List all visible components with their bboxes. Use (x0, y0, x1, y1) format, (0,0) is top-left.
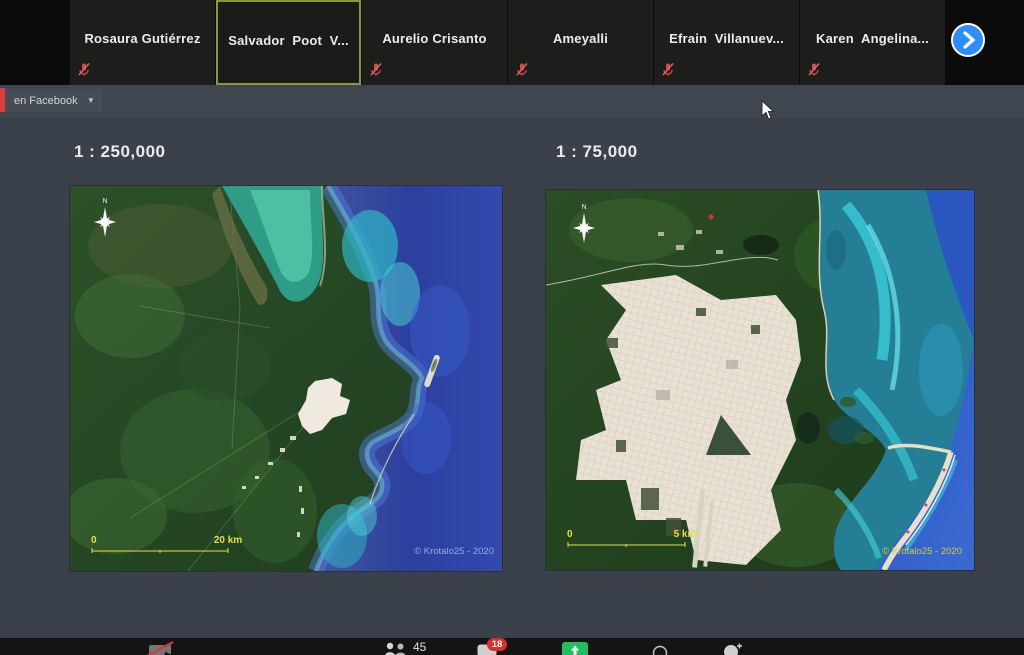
map-scale-label: 1 : 250,000 (74, 142, 166, 162)
svg-text:N: N (102, 198, 107, 205)
mic-muted-icon (516, 63, 528, 76)
participants-count: 45 (413, 640, 426, 654)
map-scale-label: 1 : 75,000 (556, 142, 638, 162)
chevron-right-icon (953, 25, 983, 55)
satellite-map-city: N 0 5 km © Krotalo25 - 2020 (546, 190, 974, 570)
participant-tile-active-speaker[interactable]: Salvador Poot V... (216, 0, 361, 85)
facebook-menu-label: en Facebook (14, 95, 78, 107)
mic-muted-icon (662, 63, 674, 76)
chat-unread-badge: 18 (487, 638, 507, 651)
svg-text:20 km: 20 km (214, 535, 242, 546)
participant-tile[interactable]: Ameyalli (508, 0, 653, 85)
reactions-icon[interactable] (722, 643, 744, 655)
map-credit: © Krotalo25 - 2020 (882, 546, 962, 557)
satellite-map-city-image: N 0 5 km © Krotalo25 - 2020 (546, 190, 974, 570)
participant-tile[interactable]: Aurelio Crisanto (362, 0, 507, 85)
satellite-map-regional: N 0 20 km © Krotalo25 - 2020 (70, 186, 502, 571)
participant-name: Aurelio Crisanto (362, 31, 507, 46)
participant-tile[interactable]: Rosaura Gutiérrez (70, 0, 215, 85)
svg-text:0: 0 (567, 529, 573, 540)
participant-name: Ameyalli (508, 31, 653, 46)
participant-name: Salvador Poot V... (218, 33, 359, 48)
mic-muted-icon (808, 63, 820, 76)
mic-muted-icon (78, 63, 90, 76)
participant-name: Efrain Villanuev... (654, 31, 799, 46)
share-screen-icon[interactable] (562, 642, 588, 655)
svg-text:5 km: 5 km (674, 529, 697, 540)
mouse-cursor (761, 100, 775, 121)
mic-muted-icon (370, 63, 382, 76)
participant-tile[interactable]: Efrain Villanuev... (654, 0, 799, 85)
participants-icon[interactable] (384, 642, 410, 655)
map-credit: © Krotalo25 - 2020 (414, 546, 494, 557)
meeting-window: Rosaura Gutiérrez Salvador Poot V... Aur… (0, 0, 1024, 655)
svg-text:0: 0 (91, 535, 97, 546)
satellite-map-regional-image: N 0 20 km © Krotalo25 - 2020 (70, 186, 502, 571)
participant-tile[interactable]: Karen Angelina... (800, 0, 945, 85)
svg-text:N: N (581, 204, 586, 211)
map-marker (709, 215, 714, 220)
chevron-down-icon: ▾ (89, 95, 94, 106)
next-participants-button[interactable] (951, 23, 985, 57)
participant-name: Rosaura Gutiérrez (70, 31, 215, 46)
shared-screen: en Facebook ▾ 1 : 250,000 1 : 75,000 (0, 85, 1024, 638)
facebook-menu[interactable]: en Facebook ▾ (5, 89, 102, 112)
shared-app-menubar (0, 85, 1024, 118)
participant-name: Karen Angelina... (800, 31, 945, 46)
meeting-toolbar: 45 18 (0, 638, 1024, 655)
stop-video-icon[interactable] (146, 641, 176, 655)
participant-video-strip: Rosaura Gutiérrez Salvador Poot V... Aur… (0, 0, 1024, 85)
record-icon[interactable] (652, 645, 668, 655)
